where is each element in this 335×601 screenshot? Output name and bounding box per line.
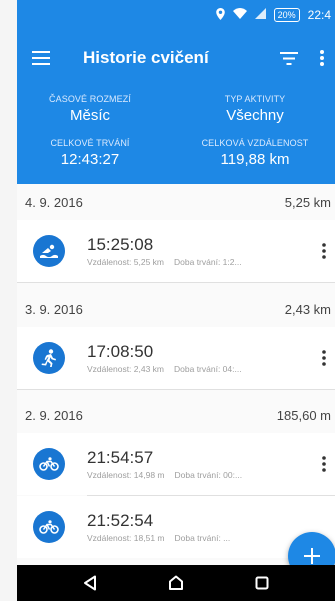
signal-icon bbox=[254, 8, 266, 22]
time-range-label: ČASOVÉ ROZMEZÍ bbox=[49, 94, 131, 104]
activity-distance: Vzdálenost: 18,51 m bbox=[87, 533, 165, 543]
nav-home-button[interactable] bbox=[156, 565, 196, 601]
page-title: Historie cvičení bbox=[83, 48, 209, 67]
total-distance: CELKOVÁ VZDÁLENOST 119,88 km bbox=[180, 138, 330, 168]
activity-time: 17:08:50 bbox=[87, 342, 154, 361]
system-nav-bar bbox=[17, 565, 335, 601]
activity-type-selector[interactable]: TYP AKTIVITY Všechny bbox=[180, 94, 330, 124]
recents-square-icon bbox=[255, 576, 269, 590]
menu-icon bbox=[32, 51, 50, 65]
more-vert-icon bbox=[322, 243, 326, 259]
day-date: 4. 9. 2016 bbox=[25, 194, 83, 210]
day-date: 3. 9. 2016 bbox=[25, 301, 83, 317]
total-duration: CELKOVÉ TRVÁNÍ 12:43:27 bbox=[15, 138, 165, 168]
activity-item[interactable]: 21:54:57 Vzdálenost: 14,98 m Doba trvání:… bbox=[17, 433, 335, 495]
battery-indicator: 20% bbox=[273, 8, 300, 22]
history-list[interactable]: 4. 9. 2016 5,25 km 15:25:08 Vzdálenost: … bbox=[17, 184, 335, 565]
activity-distance: Vzdálenost: 14,98 m bbox=[87, 470, 165, 480]
day-distance: 2,43 km bbox=[284, 301, 331, 317]
total-duration-label: CELKOVÉ TRVÁNÍ bbox=[50, 138, 130, 148]
activity-duration: Doba trvání: 1:2... bbox=[174, 257, 242, 267]
nav-recents-button[interactable] bbox=[242, 565, 282, 601]
status-time: 22:4 bbox=[307, 8, 331, 22]
run-icon bbox=[33, 342, 65, 374]
day-group: 2. 9. 2016 185,60 m 21:54:57 Vzdálenost:… bbox=[17, 397, 335, 558]
wifi-icon bbox=[232, 8, 247, 22]
filter-button[interactable] bbox=[269, 30, 309, 86]
screen: 20% 22:4 Historie cvičení ČASOVÉ ROZMEZÍ… bbox=[0, 0, 335, 601]
time-range-value: Měsíc bbox=[69, 107, 110, 124]
location-icon bbox=[215, 7, 225, 23]
activity-distance: Vzdálenost: 2,43 km bbox=[87, 364, 165, 374]
divider bbox=[17, 389, 335, 390]
activity-type-value: Všechny bbox=[226, 107, 284, 124]
summary-panel: ČASOVÉ ROZMEZÍ Měsíc TYP AKTIVITY Všechn… bbox=[17, 86, 335, 184]
home-icon bbox=[169, 575, 183, 590]
total-distance-value: 119,88 km bbox=[220, 151, 290, 168]
activity-distance: Vzdálenost: 5,25 km bbox=[87, 257, 165, 267]
day-header: 4. 9. 2016 5,25 km bbox=[17, 184, 335, 220]
activity-time: 21:52:54 bbox=[87, 511, 154, 530]
more-vert-icon bbox=[320, 50, 324, 66]
activity-time: 15:25:08 bbox=[87, 235, 154, 254]
nav-back-button[interactable] bbox=[70, 565, 110, 601]
day-group: 4. 9. 2016 5,25 km 15:25:08 Vzdálenost: … bbox=[17, 184, 335, 283]
day-group: 3. 9. 2016 2,43 km 17:08:50 Vzdálenost: … bbox=[17, 291, 335, 390]
filter-icon bbox=[280, 51, 298, 65]
item-more-button[interactable] bbox=[313, 231, 335, 271]
menu-button[interactable] bbox=[17, 30, 65, 86]
more-vert-icon bbox=[322, 350, 326, 366]
item-more-button[interactable] bbox=[313, 338, 335, 378]
activity-item[interactable]: 15:25:08 Vzdálenost: 5,25 km Doba trvání:… bbox=[17, 220, 335, 282]
left-edge bbox=[0, 0, 17, 601]
day-header: 2. 9. 2016 185,60 m bbox=[17, 397, 335, 433]
bike-icon bbox=[33, 511, 65, 543]
activity-type-label: TYP AKTIVITY bbox=[224, 94, 286, 104]
day-distance: 5,25 km bbox=[284, 194, 331, 210]
activity-item[interactable]: 21:52:54 Vzdálenost: 18,51 m Doba trvání:… bbox=[17, 496, 335, 558]
day-date: 2. 9. 2016 bbox=[25, 407, 83, 423]
activity-duration: Doba trvání: 04:... bbox=[174, 364, 242, 374]
time-range-selector[interactable]: ČASOVÉ ROZMEZÍ Měsíc bbox=[15, 94, 165, 124]
day-header: 3. 9. 2016 2,43 km bbox=[17, 291, 335, 327]
day-distance: 185,60 m bbox=[276, 407, 331, 423]
status-bar: 20% 22:4 bbox=[17, 0, 335, 30]
total-distance-label: CELKOVÁ VZDÁLENOST bbox=[201, 138, 309, 148]
plus-icon bbox=[304, 548, 320, 564]
swim-icon bbox=[33, 235, 65, 267]
activity-duration: Doba trvání: ... bbox=[174, 533, 231, 543]
activity-time: 21:54:57 bbox=[87, 448, 154, 467]
divider bbox=[17, 282, 335, 283]
bike-icon bbox=[33, 448, 65, 480]
back-triangle-icon bbox=[84, 575, 96, 591]
app-bar: Historie cvičení bbox=[17, 30, 335, 86]
activity-item[interactable]: 17:08:50 Vzdálenost: 2,43 km Doba trvání:… bbox=[17, 327, 335, 389]
total-duration-value: 12:43:27 bbox=[60, 151, 120, 168]
overflow-menu-button[interactable] bbox=[309, 30, 335, 86]
more-vert-icon bbox=[322, 456, 326, 472]
item-more-button[interactable] bbox=[313, 444, 335, 484]
activity-duration: Doba trvání: 00:... bbox=[174, 470, 243, 480]
